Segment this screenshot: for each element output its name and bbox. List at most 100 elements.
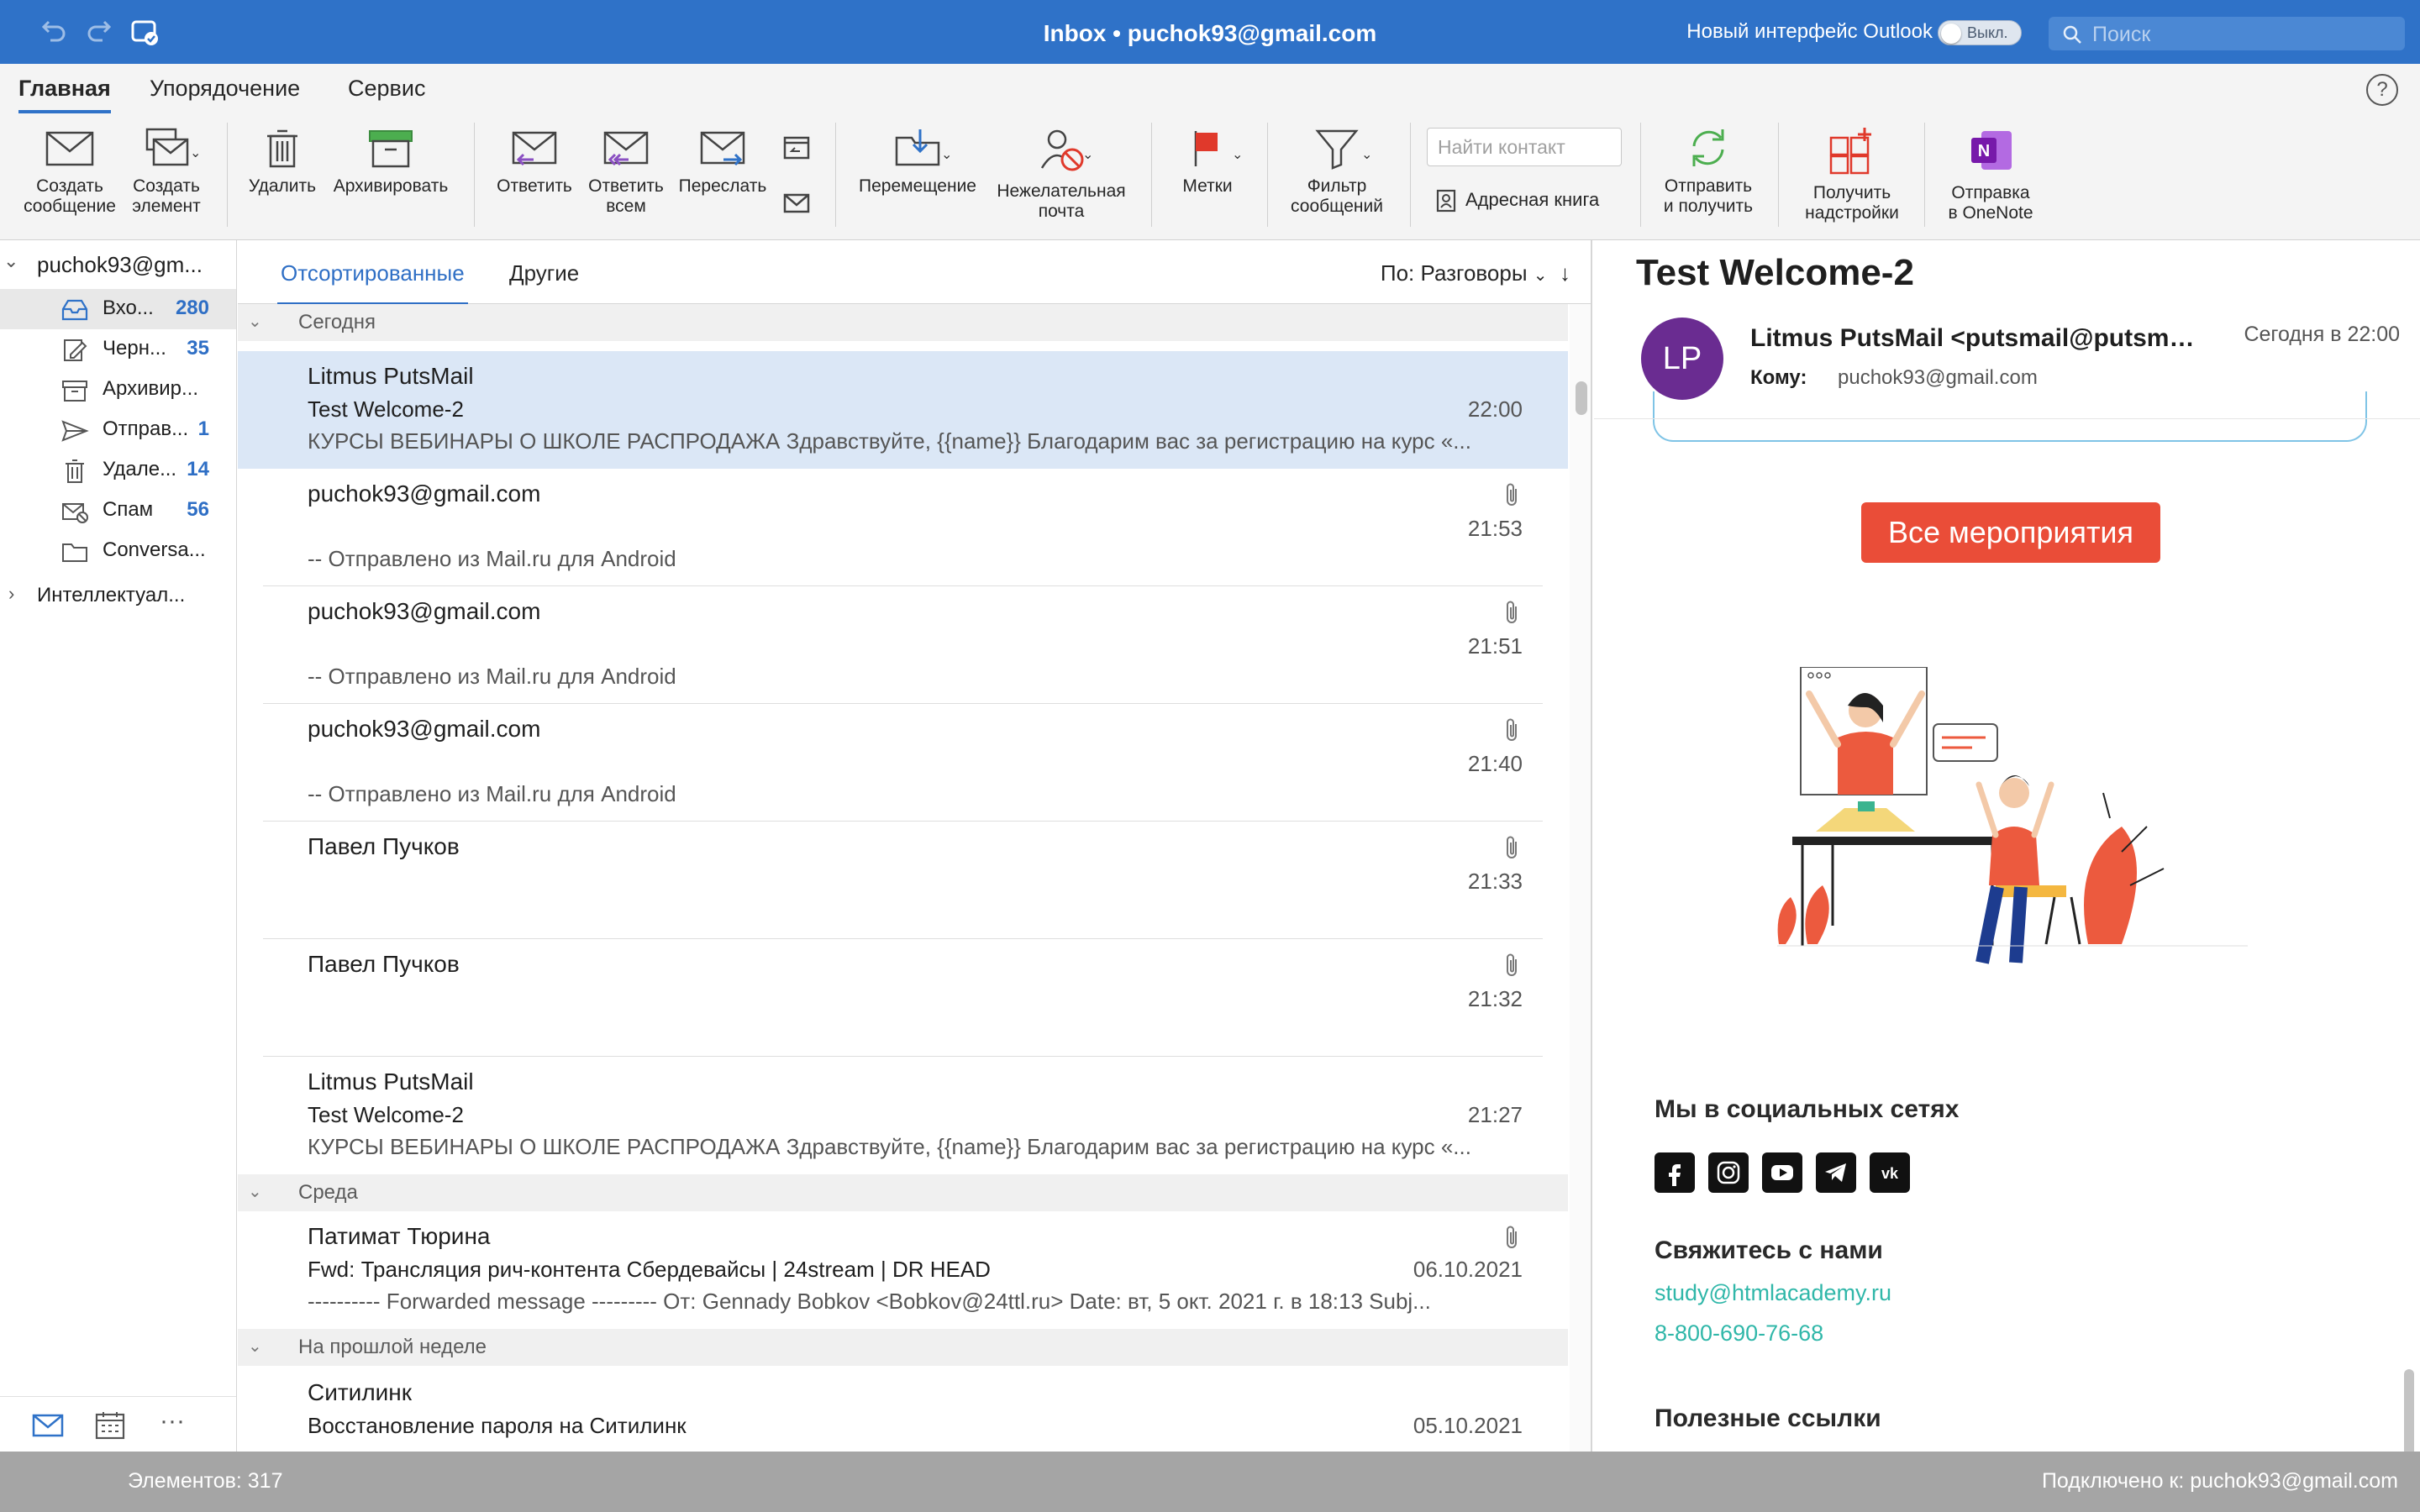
tab-focused[interactable]: Отсортированные xyxy=(277,260,468,305)
contact-heading: Свяжитесь с нами xyxy=(1655,1236,1883,1264)
forward-button[interactable]: Переслать xyxy=(672,126,773,197)
message-item[interactable]: puchok93@gmail.com 21:53 -- Отправлено и… xyxy=(238,469,1568,586)
get-addins-label: Получить надстройки xyxy=(1805,183,1899,223)
contact-phone-link[interactable]: 8-800-690-76-68 xyxy=(1655,1320,1823,1347)
message-preview: -- Отправлено из Mail.ru для Android xyxy=(308,546,676,571)
facebook-icon[interactable] xyxy=(1655,1152,1695,1193)
message-item[interactable]: Патимат Тюрина Fwd: Трансляция рич-конте… xyxy=(238,1211,1568,1329)
message-preview: ---------- Forwarded message --------- О… xyxy=(308,1289,1431,1314)
chevron-right-icon[interactable]: › xyxy=(8,583,14,605)
message-item[interactable]: Павел Пучков 21:32 xyxy=(238,939,1568,1057)
chevron-down-icon[interactable]: ⌄ xyxy=(1082,146,1093,163)
svg-text:N: N xyxy=(1978,142,1990,160)
forward-icon xyxy=(700,131,745,166)
folder-conversation-history[interactable]: Conversa... xyxy=(0,531,236,571)
archive-button[interactable]: Архивировать xyxy=(328,126,454,197)
avatar[interactable]: LP xyxy=(1641,318,1723,400)
message-time: 21:33 xyxy=(1467,869,1523,894)
move-label: Перемещение xyxy=(859,176,976,196)
folder-sent[interactable]: Отправ... 1 xyxy=(0,410,236,450)
folder-archive[interactable]: Архивир... xyxy=(0,370,236,410)
folder-smart[interactable]: › Интеллектуал... xyxy=(0,576,236,617)
sync-icon[interactable] xyxy=(128,15,161,49)
filter-button[interactable]: Фильтр сообщений xyxy=(1282,126,1392,217)
forward-label: Переслать xyxy=(678,176,767,196)
send-onenote-button[interactable]: N Отправка в OneNote xyxy=(1936,126,2045,223)
new-message-button[interactable]: Создать сообщение xyxy=(18,126,121,217)
message-item[interactable]: Павел Пучков 21:33 xyxy=(238,822,1568,939)
folder-deleted[interactable]: Удале... 14 xyxy=(0,450,236,491)
group-header-wednesday[interactable]: ⌄ Среда xyxy=(238,1174,1568,1211)
meeting-reply-icon[interactable] xyxy=(781,133,812,163)
more-icon[interactable]: ··· xyxy=(160,1407,185,1436)
archive-icon xyxy=(369,130,413,168)
group-header-today[interactable]: ⌄ Сегодня xyxy=(238,304,1568,341)
tab-home[interactable]: Главная xyxy=(18,76,111,113)
more-respond-icon[interactable] xyxy=(781,186,812,217)
telegram-icon[interactable] xyxy=(1816,1152,1856,1193)
reader-from[interactable]: Litmus PutsMail <putsmail@putsma... xyxy=(1750,324,2204,353)
sort-direction-icon[interactable]: ↓ xyxy=(1560,260,1570,286)
youtube-icon[interactable] xyxy=(1762,1152,1802,1193)
chevron-down-icon[interactable]: ⌄ xyxy=(190,144,201,161)
attachment-icon xyxy=(1507,483,1517,506)
tab-organize[interactable]: Упорядочение xyxy=(150,76,300,102)
new-item-button[interactable]: Создать элемент xyxy=(123,126,210,217)
get-addins-button[interactable]: Получить надстройки xyxy=(1791,126,1912,223)
help-icon[interactable]: ? xyxy=(2366,74,2398,106)
chevron-down-icon[interactable]: ⌄ xyxy=(1361,146,1372,163)
account-name[interactable]: puchok93@gm... xyxy=(37,252,257,278)
redo-icon[interactable] xyxy=(82,15,116,49)
vk-icon[interactable]: vk xyxy=(1870,1152,1910,1193)
send-receive-button[interactable]: Отправить и получить xyxy=(1652,126,1765,217)
chevron-down-icon[interactable]: ⌄ xyxy=(1232,146,1243,163)
tab-tools[interactable]: Сервис xyxy=(348,76,425,102)
find-contact-input[interactable]: Найти контакт xyxy=(1427,128,1622,166)
reply-icon xyxy=(512,131,557,166)
instagram-icon[interactable] xyxy=(1708,1152,1749,1193)
scrollbar-thumb[interactable] xyxy=(1576,381,1587,415)
address-book-button[interactable]: Адресная книга xyxy=(1435,188,1599,213)
reply-all-button[interactable]: Ответить всем xyxy=(581,126,671,217)
scrollbar-thumb[interactable] xyxy=(2404,1369,2414,1452)
chevron-down-icon[interactable]: ⌄ xyxy=(941,146,952,163)
sort-dropdown[interactable]: По: Разговоры ⌄ ↓ xyxy=(1381,260,1570,286)
delete-button[interactable]: Удалить xyxy=(244,126,321,197)
folder-name: Отправ... xyxy=(103,417,189,440)
chevron-down-icon[interactable]: ⌄ xyxy=(3,250,18,272)
folder-spam[interactable]: Спам 56 xyxy=(0,491,236,531)
junk-button[interactable]: Нежелательная почта xyxy=(990,126,1133,222)
mail-icon[interactable] xyxy=(32,1414,64,1437)
message-list-scrollbar[interactable] xyxy=(1570,304,1591,1452)
attachment-icon xyxy=(1507,718,1517,741)
new-outlook-toggle[interactable]: Выкл. xyxy=(1938,20,2022,45)
contact-email-link[interactable]: study@htmlacademy.ru xyxy=(1655,1280,1891,1306)
unread-count: 280 xyxy=(175,297,209,319)
move-folder-icon xyxy=(895,129,940,166)
ribbon-separator xyxy=(1778,123,1779,227)
all-events-button[interactable]: Все мероприятия xyxy=(1861,502,2160,563)
reader-to[interactable]: puchok93@gmail.com xyxy=(1838,366,2038,390)
message-preview: -- Отправлено из Mail.ru для Android xyxy=(308,664,676,689)
message-item[interactable]: Litmus PutsMail Test Welcome-2 22:00 КУР… xyxy=(238,351,1568,469)
folder-inbox[interactable]: Вхо... 280 xyxy=(0,289,236,329)
message-item[interactable]: puchok93@gmail.com 21:51 -- Отправлено и… xyxy=(238,586,1568,704)
undo-icon[interactable] xyxy=(37,15,71,49)
message-item[interactable]: puchok93@gmail.com 21:40 -- Отправлено и… xyxy=(238,704,1568,822)
search-input[interactable]: Поиск xyxy=(2049,17,2405,50)
group-header-last-week[interactable]: ⌄ На прошлой неделе xyxy=(238,1329,1568,1366)
folder-drafts[interactable]: Черн... 35 xyxy=(0,329,236,370)
reading-pane-scrollbar[interactable] xyxy=(2399,420,2417,1452)
junk-icon xyxy=(1040,129,1084,171)
message-sender: Патимат Тюрина xyxy=(308,1223,491,1249)
message-item[interactable]: Ситилинк Восстановление пароля на Ситили… xyxy=(238,1368,1568,1452)
ribbon-separator xyxy=(835,123,836,227)
message-time: 06.10.2021 xyxy=(1413,1257,1523,1282)
sort-label: По: Разговоры xyxy=(1380,260,1528,286)
reader-subject: Test Welcome-2 xyxy=(1636,252,1914,293)
tab-other[interactable]: Другие xyxy=(509,260,579,286)
move-button[interactable]: Перемещение xyxy=(850,126,985,197)
calendar-icon[interactable] xyxy=(94,1410,126,1441)
message-item[interactable]: Litmus PutsMail Test Welcome-2 21:27 КУР… xyxy=(238,1057,1568,1174)
reply-button[interactable]: Ответить xyxy=(491,126,578,197)
